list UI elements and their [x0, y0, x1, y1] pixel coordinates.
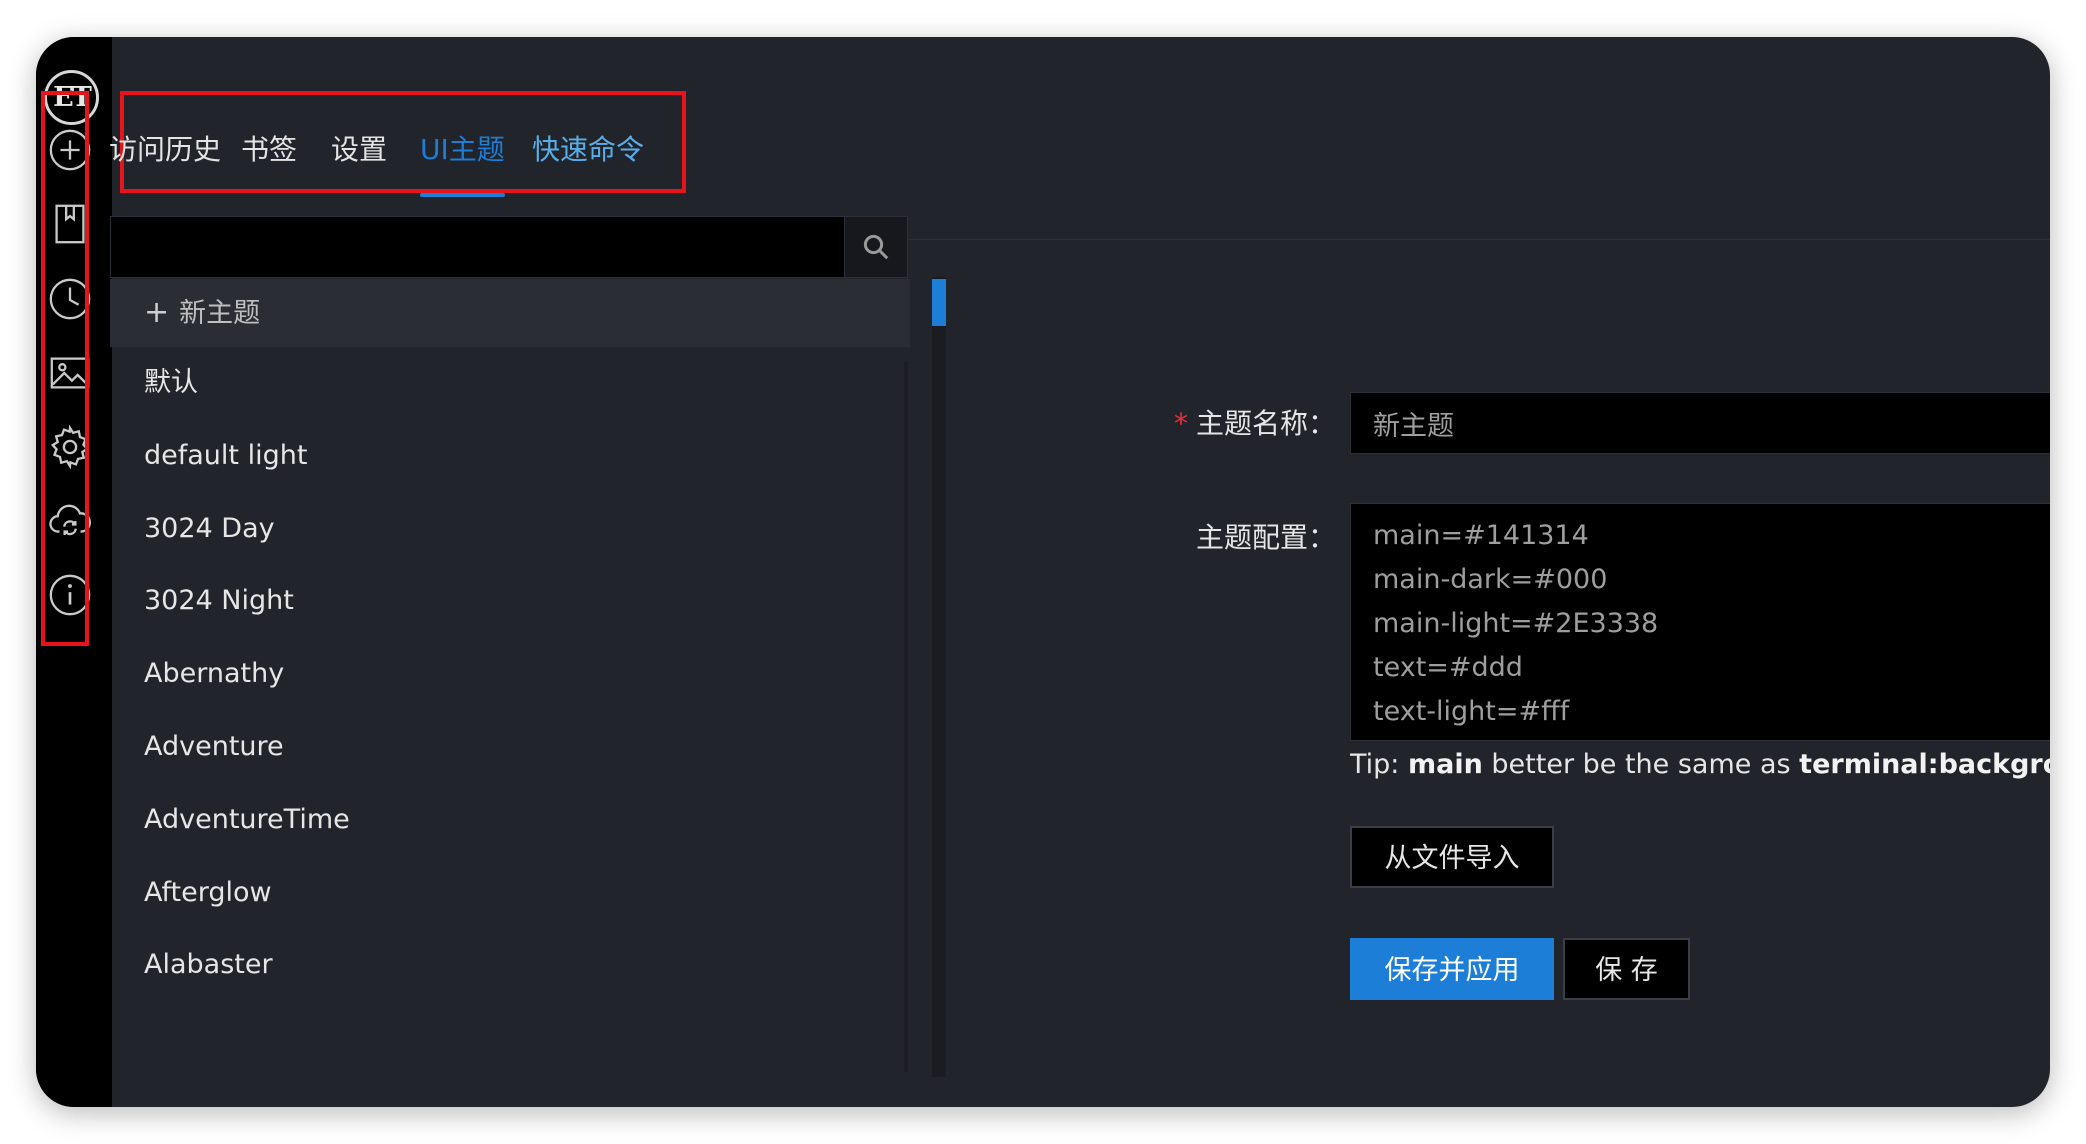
new-theme-item[interactable]: + 新主题: [110, 279, 910, 347]
tip-middle: better be the same as: [1482, 749, 1800, 780]
tip-key-main: main: [1407, 749, 1483, 780]
theme-name-label-text: 主题名称：: [1195, 407, 1336, 440]
theme-config-label: 主题配置：: [1195, 521, 1336, 554]
list-item[interactable]: Abernathy: [110, 638, 910, 711]
theme-name-label: * 主题名称：: [1036, 402, 1336, 442]
tip-key-background: terminal:background: [1799, 749, 2050, 780]
list-item[interactable]: 3024 Day: [110, 493, 910, 566]
sidebar-highlight-box: [41, 91, 89, 646]
list-scrollbar[interactable]: [904, 362, 908, 1072]
list-item[interactable]: Alabaster: [110, 929, 910, 1002]
list-item[interactable]: Afterglow: [110, 857, 910, 930]
tab-bookmarks[interactable]: 书签: [241, 95, 297, 205]
tab-quick-commands[interactable]: 快速命令: [532, 95, 644, 205]
new-theme-label: 新主题: [179, 298, 261, 329]
list-item[interactable]: Adventure: [110, 711, 910, 784]
theme-search: [110, 216, 908, 278]
import-from-file-button[interactable]: 从文件导入: [1350, 826, 1554, 888]
list-item[interactable]: AdventureTime: [110, 784, 910, 857]
theme-list: + 新主题 默认 default light 3024 Day 3024 Nigh…: [110, 279, 910, 1002]
theme-config-textarea[interactable]: main=#141314 main-dark=#000 main-light=#…: [1350, 503, 2050, 741]
search-button[interactable]: [844, 217, 907, 277]
plus-icon: +: [144, 295, 170, 330]
config-line: text=#ddd: [1373, 652, 1523, 683]
save-button[interactable]: 保 存: [1563, 938, 1690, 1000]
list-item[interactable]: 默认: [110, 347, 910, 420]
config-line: main=#141314: [1373, 520, 1589, 551]
required-mark: *: [1173, 407, 1188, 440]
config-line: text-light=#fff: [1373, 696, 1570, 727]
search-input[interactable]: [111, 217, 831, 277]
tab-ui-theme[interactable]: UI主题: [420, 95, 505, 205]
config-line: main-light=#2E3338: [1373, 608, 1659, 639]
panel-splitter[interactable]: [932, 277, 946, 1077]
splitter-handle[interactable]: [932, 279, 946, 326]
tip-prefix: Tip:: [1350, 749, 1408, 780]
tab-settings[interactable]: 设置: [331, 95, 387, 205]
tab-history[interactable]: 访问历史: [109, 95, 221, 205]
list-item[interactable]: default light: [110, 420, 910, 493]
app-window: ET 访问历史 书签 设置 UI主题 快速命令 + 新主题 默认 default…: [36, 37, 2050, 1107]
search-icon: [863, 234, 889, 260]
save-and-apply-button[interactable]: 保存并应用: [1350, 938, 1554, 1000]
theme-tip: Tip: main better be the same as terminal…: [1350, 745, 2050, 785]
list-item[interactable]: 3024 Night: [110, 565, 910, 638]
config-line: main-dark=#000: [1373, 564, 1608, 595]
theme-name-input[interactable]: [1350, 392, 2050, 454]
